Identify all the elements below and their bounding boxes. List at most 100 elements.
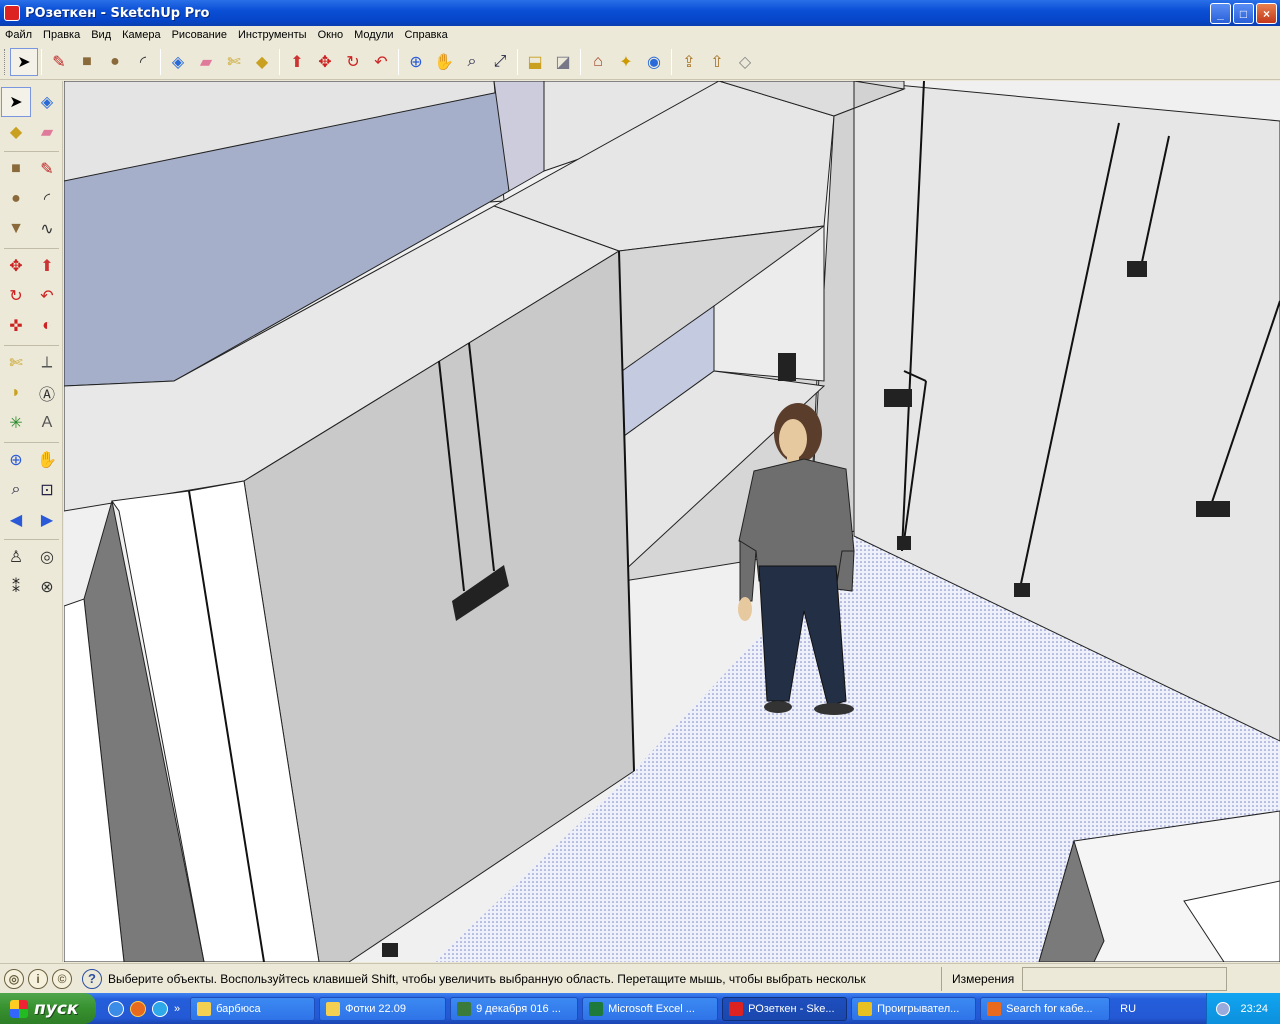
left-paint-bucket-icon[interactable]: ◆ <box>1 117 31 147</box>
left-tape-measure-icon[interactable]: ✄ <box>1 348 31 378</box>
left-section-plane-icon[interactable]: ⊗ <box>32 572 62 602</box>
get-models-icon[interactable]: ⌂ <box>584 48 612 76</box>
left-walk-icon[interactable]: ⁑ <box>1 572 31 602</box>
left-scale-icon[interactable]: ✜ <box>1 311 31 341</box>
credits-icon[interactable]: i <box>28 968 48 989</box>
left-rotate-icon[interactable]: ↻ <box>1 281 31 311</box>
left-zoom-window-icon[interactable]: ⊡ <box>32 475 62 505</box>
quick-launch-more-icon[interactable]: » <box>174 1003 180 1015</box>
left-freehand-icon[interactable]: ∿ <box>32 214 62 244</box>
menu-item-4[interactable]: Рисование <box>167 29 233 41</box>
select-icon[interactable]: ➤ <box>10 48 38 76</box>
move-icon[interactable]: ✥ <box>311 48 339 76</box>
share-model-icon[interactable]: ⇪ <box>675 48 703 76</box>
left-axes-icon[interactable]: ✳ <box>1 408 31 438</box>
arc-icon[interactable]: ◜ <box>129 48 157 76</box>
clock[interactable]: 23:24 <box>1240 1003 1268 1015</box>
eraser-icon[interactable]: ▰ <box>192 48 220 76</box>
taskbar-button-label: 9 декабря 016 ... <box>476 1002 561 1015</box>
left-text-label-icon[interactable]: Ⓐ <box>32 378 62 408</box>
folder-icon <box>326 1001 341 1016</box>
left-select-icon[interactable]: ➤ <box>1 87 31 117</box>
toolbar-grip[interactable] <box>4 49 7 75</box>
orbit-icon[interactable]: ⊕ <box>402 48 430 76</box>
left-circle-icon[interactable]: ● <box>1 184 31 214</box>
taskbar-button[interactable]: 9 декабря 016 ... <box>450 996 579 1021</box>
windows-flag-icon <box>10 999 28 1018</box>
left-next-view-icon[interactable]: ▶ <box>32 505 62 535</box>
share-component-icon[interactable]: ⇧ <box>703 48 731 76</box>
photo-textures-icon[interactable]: ◇ <box>731 48 759 76</box>
follow-me-icon[interactable]: ↶ <box>367 48 395 76</box>
circle-icon[interactable]: ● <box>101 48 129 76</box>
left-polygon-icon[interactable]: ▼ <box>1 214 31 244</box>
left-orbit-icon[interactable]: ⊕ <box>1 445 31 475</box>
left-rectangle-icon[interactable]: ■ <box>1 154 31 184</box>
zoom-icon[interactable]: ⌕ <box>458 48 486 76</box>
sketchup-window: РОзеткен - SketchUp Pro _ □ × Файл Правка… <box>0 0 1280 1024</box>
left-arc-icon[interactable]: ◜ <box>32 184 62 214</box>
status-bar: ◎ i © ? Выберите объекты. Воспользуйтесь… <box>0 963 1280 993</box>
menu-item-8[interactable]: Справка <box>400 29 454 41</box>
menu-item-7[interactable]: Модули <box>349 29 399 41</box>
taskbar-button[interactable]: барбюса <box>190 996 316 1021</box>
menu-item-1[interactable]: Правка <box>38 29 86 41</box>
left-pencil-line-icon[interactable]: ✎ <box>32 154 62 184</box>
left-push-pull-icon[interactable]: ⬆ <box>32 251 62 281</box>
left-offset-icon[interactable]: ◐ <box>32 311 62 341</box>
left-previous-view-icon[interactable]: ◀ <box>1 505 31 535</box>
google-earth-icon[interactable]: ◉ <box>640 48 668 76</box>
left-zoom-icon[interactable]: ⌕ <box>1 475 31 505</box>
zoom-extents-icon[interactable]: ⤢ <box>486 48 514 76</box>
menu-item-0[interactable]: Файл <box>0 29 38 41</box>
taskbar-button[interactable]: Фотки 22.09 <box>319 996 447 1021</box>
toolbar-separator <box>4 341 59 346</box>
left-make-component-icon[interactable]: ◈ <box>32 87 62 117</box>
internet-explorer-icon[interactable] <box>108 1000 124 1017</box>
taskbar-button[interactable]: Microsoft Excel ... <box>582 996 719 1021</box>
language-indicator[interactable]: RU <box>1120 1003 1136 1015</box>
firefox-icon[interactable] <box>130 1000 146 1017</box>
menu-item-2[interactable]: Вид <box>86 29 117 41</box>
telegram-icon[interactable] <box>152 1000 168 1017</box>
left-move-icon[interactable]: ✥ <box>1 251 31 281</box>
left-follow-me-icon[interactable]: ↶ <box>32 281 62 311</box>
start-button[interactable]: пуск <box>0 993 96 1024</box>
tape-measure-icon[interactable]: ✄ <box>220 48 248 76</box>
geolocation-icon[interactable]: ◎ <box>4 968 24 989</box>
taskbar-button[interactable]: РОзеткен - Ske... <box>722 996 848 1021</box>
maximize-button[interactable]: □ <box>1233 3 1254 24</box>
taskbar-button[interactable]: Проигрывател... <box>851 996 977 1021</box>
add-photo-texture-icon[interactable]: ✦ <box>612 48 640 76</box>
pan-icon[interactable]: ✋ <box>430 48 458 76</box>
menu-item-6[interactable]: Окно <box>313 29 350 41</box>
help-icon[interactable]: ? <box>82 968 102 989</box>
main-toolbar: ➤ ✎ ■ ● ◜ ◈ ▰ ✄ ◆ ⬆ ✥ ↻ ↶ ⊕ ✋ ⌕ ⤢ ⬓ ◪ ⌂ ✦ ◉ ⇪ ⇧ ◇ <box>0 45 1280 80</box>
left-3d-text-icon[interactable]: A <box>32 408 62 438</box>
minimize-button[interactable]: _ <box>1210 3 1231 24</box>
left-protractor-icon[interactable]: ◗ <box>1 378 31 408</box>
paint-bucket-icon[interactable]: ◆ <box>248 48 276 76</box>
pencil-line-icon[interactable]: ✎ <box>45 48 73 76</box>
left-eraser-icon[interactable]: ▰ <box>32 117 62 147</box>
taskbar-button[interactable]: Search for кабе... <box>980 996 1111 1021</box>
user-icon[interactable]: © <box>52 968 72 989</box>
make-component-icon[interactable]: ◈ <box>164 48 192 76</box>
status-divider <box>941 966 942 991</box>
toggle-terrain-icon[interactable]: ◪ <box>549 48 577 76</box>
left-position-camera-icon[interactable]: ♙ <box>1 542 31 572</box>
rotate-icon[interactable]: ↻ <box>339 48 367 76</box>
close-button[interactable]: × <box>1256 3 1277 24</box>
left-look-around-icon[interactable]: ◎ <box>32 542 62 572</box>
sketchup-app-icon[interactable] <box>4 5 20 21</box>
measurements-field[interactable] <box>1022 966 1227 991</box>
left-dimension-icon[interactable]: ⟂ <box>32 348 62 378</box>
push-pull-icon[interactable]: ⬆ <box>283 48 311 76</box>
add-location-icon[interactable]: ⬓ <box>521 48 549 76</box>
menu-item-3[interactable]: Камера <box>117 29 166 41</box>
left-pan-icon[interactable]: ✋ <box>32 445 62 475</box>
menu-item-5[interactable]: Инструменты <box>233 29 313 41</box>
tray-app-icon[interactable] <box>1216 1001 1231 1016</box>
rectangle-icon[interactable]: ■ <box>73 48 101 76</box>
model-viewport[interactable] <box>64 81 1280 962</box>
